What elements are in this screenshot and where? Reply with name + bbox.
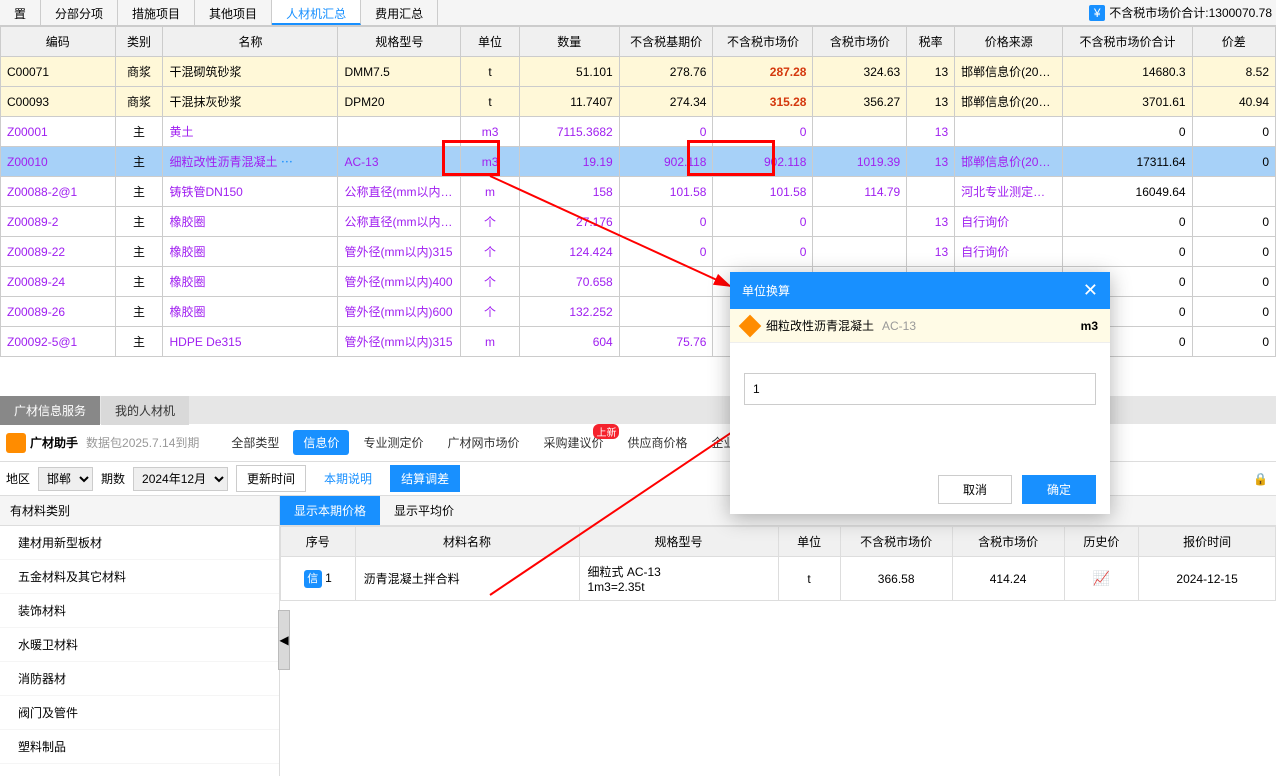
- result-row[interactable]: 信 1 沥青混凝土拌合料 细粒式 AC-131m3=2.35t t 366.58…: [281, 557, 1276, 601]
- data-package-label: 数据包2025.7.14到期: [86, 434, 199, 451]
- col-header[interactable]: 价差: [1192, 27, 1275, 57]
- subtab-avg[interactable]: 显示平均价: [380, 496, 468, 525]
- table-row[interactable]: C00093商浆干混抹灰砂浆DPM20t11.7407274.34315.283…: [1, 87, 1276, 117]
- category-item[interactable]: 水暖卫材料: [0, 628, 279, 662]
- result-grid[interactable]: 序号材料名称规格型号单位不含税市场价含税市场价历史价报价时间 信 1 沥青混凝土…: [280, 526, 1276, 601]
- category-header: 有材料类别: [0, 496, 279, 526]
- col-header[interactable]: 名称: [163, 27, 338, 57]
- info-badge-icon: 信: [304, 570, 322, 588]
- convert-value-input[interactable]: [744, 373, 1096, 405]
- total-summary: ¥不含税市场价合计:1300070.78: [1089, 4, 1272, 21]
- table-row[interactable]: Z00010主细粒改性沥青混凝土 ⋯AC-13m319.19902.118902…: [1, 147, 1276, 177]
- helper-logo-icon: [6, 433, 26, 453]
- table-row[interactable]: C00071商浆干混砌筑砂浆DMM7.5t51.101278.76287.283…: [1, 57, 1276, 87]
- col-header[interactable]: 数量: [519, 27, 619, 57]
- col-header[interactable]: 单位: [461, 27, 519, 57]
- tool-purchase[interactable]: 采购建议价: [533, 430, 613, 455]
- period-label: 期数: [101, 470, 125, 487]
- sidebar-splitter[interactable]: ◀: [278, 610, 290, 670]
- ellipsis-icon[interactable]: ⋯: [281, 155, 293, 169]
- dialog-unit: m3: [1081, 319, 1098, 333]
- col-header[interactable]: 价格来源: [955, 27, 1063, 57]
- dialog-title: 单位换算: [742, 282, 790, 299]
- update-time-button[interactable]: 更新时间: [236, 465, 306, 492]
- category-item[interactable]: 五金材料及其它材料: [0, 560, 279, 594]
- dialog-item-spec: AC-13: [882, 319, 916, 333]
- period-desc-link[interactable]: 本期说明: [314, 466, 382, 491]
- lock-icon[interactable]: 🔒: [1253, 472, 1268, 486]
- tab-5[interactable]: 费用汇总: [361, 0, 438, 25]
- tab-4[interactable]: 人材机汇总: [272, 0, 361, 25]
- helper-title: 广材助手: [30, 434, 78, 451]
- table-row[interactable]: Z00089-2主橡胶圈公称直径(mm以内)150个27.1760013自行询价…: [1, 207, 1276, 237]
- tab-2[interactable]: 措施项目: [118, 0, 195, 25]
- res-col-header[interactable]: 规格型号: [579, 527, 778, 557]
- region-select[interactable]: 邯郸: [38, 467, 93, 491]
- category-item[interactable]: 消防器材: [0, 662, 279, 696]
- col-header[interactable]: 规格型号: [338, 27, 461, 57]
- category-item[interactable]: 装饰材料: [0, 594, 279, 628]
- category-item[interactable]: 塑料制品: [0, 730, 279, 764]
- category-item[interactable]: 阀门及管件: [0, 696, 279, 730]
- col-header[interactable]: 不含税市场价合计: [1063, 27, 1192, 57]
- col-header[interactable]: 税率: [907, 27, 955, 57]
- tool-supplier[interactable]: 供应商价格: [617, 430, 697, 455]
- col-header[interactable]: 含税市场价: [813, 27, 907, 57]
- subtab-current[interactable]: 显示本期价格: [280, 496, 380, 525]
- mid-tab-service[interactable]: 广材信息服务: [0, 396, 100, 425]
- dialog-item-name: 细粒改性沥青混凝土: [766, 317, 874, 334]
- tool-all[interactable]: 全部类型: [221, 430, 289, 455]
- tab-3[interactable]: 其他项目: [195, 0, 272, 25]
- table-row[interactable]: Z00089-22主橡胶圈管外径(mm以内)315个124.4240013自行询…: [1, 237, 1276, 267]
- adjust-button[interactable]: 结算调差: [390, 465, 460, 492]
- top-tab-bar: 置 分部分项 措施项目 其他项目 人材机汇总 费用汇总: [0, 0, 1276, 26]
- table-row[interactable]: Z00088-2@1主铸铁管DN150公称直径(mm以内)150m158101.…: [1, 177, 1276, 207]
- history-chart-icon[interactable]: 📈: [1093, 570, 1110, 586]
- col-header[interactable]: 不含税基期价: [619, 27, 713, 57]
- res-col-header[interactable]: 历史价: [1064, 527, 1139, 557]
- category-sidebar: 有材料类别 建材用新型板材五金材料及其它材料装饰材料水暖卫材料消防器材阀门及管件…: [0, 496, 280, 776]
- dialog-header: 单位换算 ✕: [730, 272, 1110, 309]
- unit-convert-dialog: 单位换算 ✕ 细粒改性沥青混凝土 AC-13 m3 取消 确定: [730, 272, 1110, 514]
- res-col-header[interactable]: 含税市场价: [952, 527, 1064, 557]
- category-item[interactable]: 建材用新型板材: [0, 526, 279, 560]
- col-header[interactable]: 不含税市场价: [713, 27, 813, 57]
- chevron-left-icon: ◀: [279, 633, 288, 647]
- region-label: 地区: [6, 470, 30, 487]
- close-icon[interactable]: ✕: [1083, 280, 1098, 301]
- tool-pro[interactable]: 专业测定价: [353, 430, 433, 455]
- mid-tab-mine[interactable]: 我的人材机: [101, 396, 189, 425]
- table-row[interactable]: Z00001主黄土m37115.3682001300: [1, 117, 1276, 147]
- period-select[interactable]: 2024年12月: [133, 467, 228, 491]
- res-col-header[interactable]: 单位: [778, 527, 840, 557]
- res-col-header[interactable]: 报价时间: [1139, 527, 1276, 557]
- res-col-header[interactable]: 材料名称: [355, 527, 579, 557]
- res-col-header[interactable]: 不含税市场价: [840, 527, 952, 557]
- ok-button[interactable]: 确定: [1022, 475, 1096, 504]
- tab-1[interactable]: 分部分项: [41, 0, 118, 25]
- tool-market[interactable]: 广材网市场价: [437, 430, 529, 455]
- tool-info-price[interactable]: 信息价: [293, 430, 349, 455]
- col-header[interactable]: 编码: [1, 27, 116, 57]
- cancel-button[interactable]: 取消: [938, 475, 1012, 504]
- res-col-header[interactable]: 序号: [281, 527, 356, 557]
- tab-0[interactable]: 置: [0, 0, 41, 25]
- col-header[interactable]: 类别: [115, 27, 163, 57]
- diamond-icon: [739, 314, 762, 337]
- yuan-icon: ¥: [1089, 5, 1105, 21]
